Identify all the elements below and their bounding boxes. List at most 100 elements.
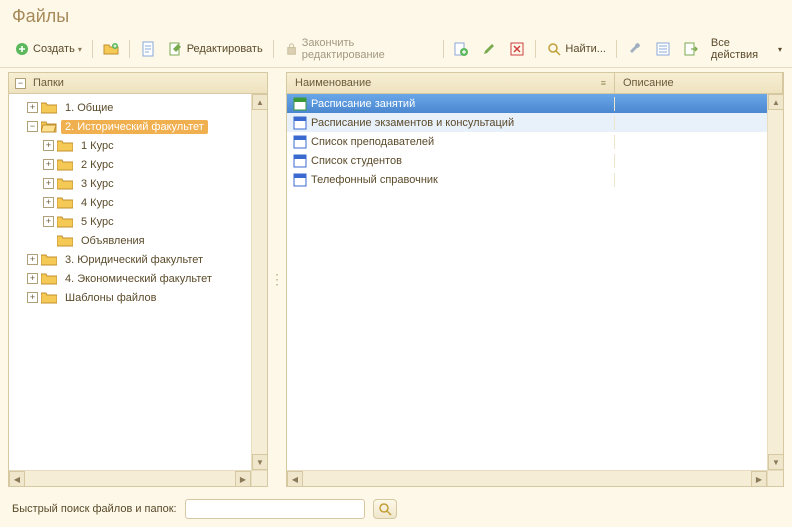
- search-button[interactable]: [373, 499, 397, 519]
- scroll-corner: [767, 470, 783, 486]
- create-label: Создать: [33, 43, 75, 55]
- document-button[interactable]: [136, 39, 160, 59]
- expander-icon[interactable]: +: [27, 292, 38, 303]
- search-icon: [546, 41, 562, 57]
- file-row[interactable]: Расписание экзаментов и консультаций: [287, 113, 783, 132]
- find-button[interactable]: Найти...: [542, 39, 610, 59]
- all-actions-button[interactable]: Все действия ▾: [711, 37, 782, 61]
- collapse-icon[interactable]: −: [15, 78, 26, 89]
- scrollbar-vertical[interactable]: ▲ ▼: [767, 94, 783, 470]
- scroll-right-icon[interactable]: ▶: [235, 471, 251, 486]
- export-icon: [683, 41, 699, 57]
- scroll-right-icon[interactable]: ▶: [751, 471, 767, 486]
- file-name: Расписание занятий: [311, 98, 415, 110]
- lock-icon: [284, 41, 299, 57]
- splitter-handle[interactable]: [274, 72, 280, 487]
- tree-node[interactable]: +1 Курс: [11, 136, 265, 155]
- tree-node[interactable]: +4 Курс: [11, 193, 265, 212]
- scrollbar-horizontal[interactable]: ◀ ▶: [9, 470, 251, 486]
- toolbar: Создать ▾ Редактировать Закончить р: [0, 31, 792, 68]
- expander-icon[interactable]: +: [43, 216, 54, 227]
- pencil-button[interactable]: [477, 39, 501, 59]
- column-name[interactable]: Наименование ≡: [287, 73, 615, 93]
- file-grid[interactable]: Расписание занятий Расписание экзаментов …: [287, 94, 783, 189]
- expander-icon[interactable]: +: [43, 197, 54, 208]
- file-name: Список преподавателей: [311, 136, 434, 148]
- wrench-button[interactable]: [623, 39, 647, 59]
- delete-icon: [509, 41, 525, 57]
- file-row[interactable]: Список преподавателей: [287, 132, 783, 151]
- edit-label: Редактировать: [187, 43, 263, 55]
- tree-node[interactable]: +2 Курс: [11, 155, 265, 174]
- new-folder-button[interactable]: [99, 39, 123, 59]
- expander-icon[interactable]: +: [27, 254, 38, 265]
- folder-icon: [41, 120, 57, 133]
- expander-icon[interactable]: −: [27, 121, 38, 132]
- edit-button[interactable]: Редактировать: [164, 39, 267, 59]
- search-input[interactable]: [185, 499, 365, 519]
- folder-tree[interactable]: +1. Общие − 2. Исторический факультет +1 Ку…: [9, 94, 267, 311]
- folder-icon: [57, 196, 73, 209]
- file-row[interactable]: Телефонный справочник: [287, 170, 783, 189]
- document-icon: [140, 41, 156, 57]
- tree-node[interactable]: +5 Курс: [11, 212, 265, 231]
- delete-button[interactable]: [505, 39, 529, 59]
- folder-icon: [41, 272, 57, 285]
- scrollbar-horizontal[interactable]: ◀ ▶: [287, 470, 767, 486]
- separator: [443, 40, 444, 58]
- separator: [616, 40, 617, 58]
- tree-node-label: 5 Курс: [77, 215, 118, 229]
- folder-icon: [57, 177, 73, 190]
- expander-icon[interactable]: +: [27, 102, 38, 113]
- column-desc[interactable]: Описание: [615, 73, 783, 93]
- tree-header[interactable]: − Папки: [9, 73, 267, 94]
- export-button[interactable]: [679, 39, 703, 59]
- separator: [129, 40, 130, 58]
- expander-icon[interactable]: +: [27, 273, 38, 284]
- column-desc-label: Описание: [623, 77, 674, 89]
- finish-edit-button[interactable]: Закончить редактирование: [280, 35, 437, 63]
- scroll-down-icon[interactable]: ▼: [252, 454, 267, 470]
- tree-node-label: 2. Исторический факультет: [61, 120, 208, 134]
- folder-icon: [57, 234, 73, 247]
- file-list-panel: Наименование ≡ Описание Расписание занят…: [286, 72, 784, 487]
- tree-node[interactable]: +3 Курс: [11, 174, 265, 193]
- tree-node[interactable]: − 2. Исторический факультет: [11, 117, 265, 136]
- expander-icon[interactable]: +: [43, 140, 54, 151]
- add-file-button[interactable]: [449, 39, 473, 59]
- tree-node[interactable]: +1. Общие: [11, 98, 265, 117]
- find-label: Найти...: [565, 43, 606, 55]
- tree-node[interactable]: +Шаблоны файлов: [11, 288, 265, 307]
- expander-icon[interactable]: +: [43, 178, 54, 189]
- file-row[interactable]: Расписание занятий: [287, 94, 783, 113]
- column-name-label: Наименование: [295, 77, 371, 89]
- scroll-left-icon[interactable]: ◀: [9, 471, 25, 486]
- scroll-up-icon[interactable]: ▲: [252, 94, 267, 110]
- folder-icon: [57, 215, 73, 228]
- tree-node[interactable]: +4. Экономический факультет: [11, 269, 265, 288]
- tree-node[interactable]: +3. Юридический факультет: [11, 250, 265, 269]
- scroll-down-icon[interactable]: ▼: [768, 454, 783, 470]
- scroll-left-icon[interactable]: ◀: [287, 471, 303, 486]
- expander-icon[interactable]: +: [43, 159, 54, 170]
- tree-node-label: 1 Курс: [77, 139, 118, 153]
- list-button[interactable]: [651, 39, 675, 59]
- wrench-icon: [627, 41, 643, 57]
- folder-icon: [57, 158, 73, 171]
- window-title: Файлы: [0, 0, 792, 31]
- create-button[interactable]: Создать ▾: [10, 39, 86, 59]
- folder-icon: [41, 101, 57, 114]
- tree-node[interactable]: Объявления: [11, 231, 265, 250]
- scroll-up-icon[interactable]: ▲: [768, 94, 783, 110]
- all-actions-label: Все действия: [711, 37, 776, 61]
- document-icon: [293, 135, 307, 149]
- tree-node-label: 2 Курс: [77, 158, 118, 172]
- file-row[interactable]: Список студентов: [287, 151, 783, 170]
- file-name: Расписание экзаментов и консультаций: [311, 117, 514, 129]
- file-plus-icon: [453, 41, 469, 57]
- tree-node-label: 3. Юридический факультет: [61, 253, 207, 267]
- spreadsheet-icon: [293, 97, 307, 111]
- scrollbar-vertical[interactable]: ▲ ▼: [251, 94, 267, 470]
- tree-node-label: 3 Курс: [77, 177, 118, 191]
- folder-icon: [57, 139, 73, 152]
